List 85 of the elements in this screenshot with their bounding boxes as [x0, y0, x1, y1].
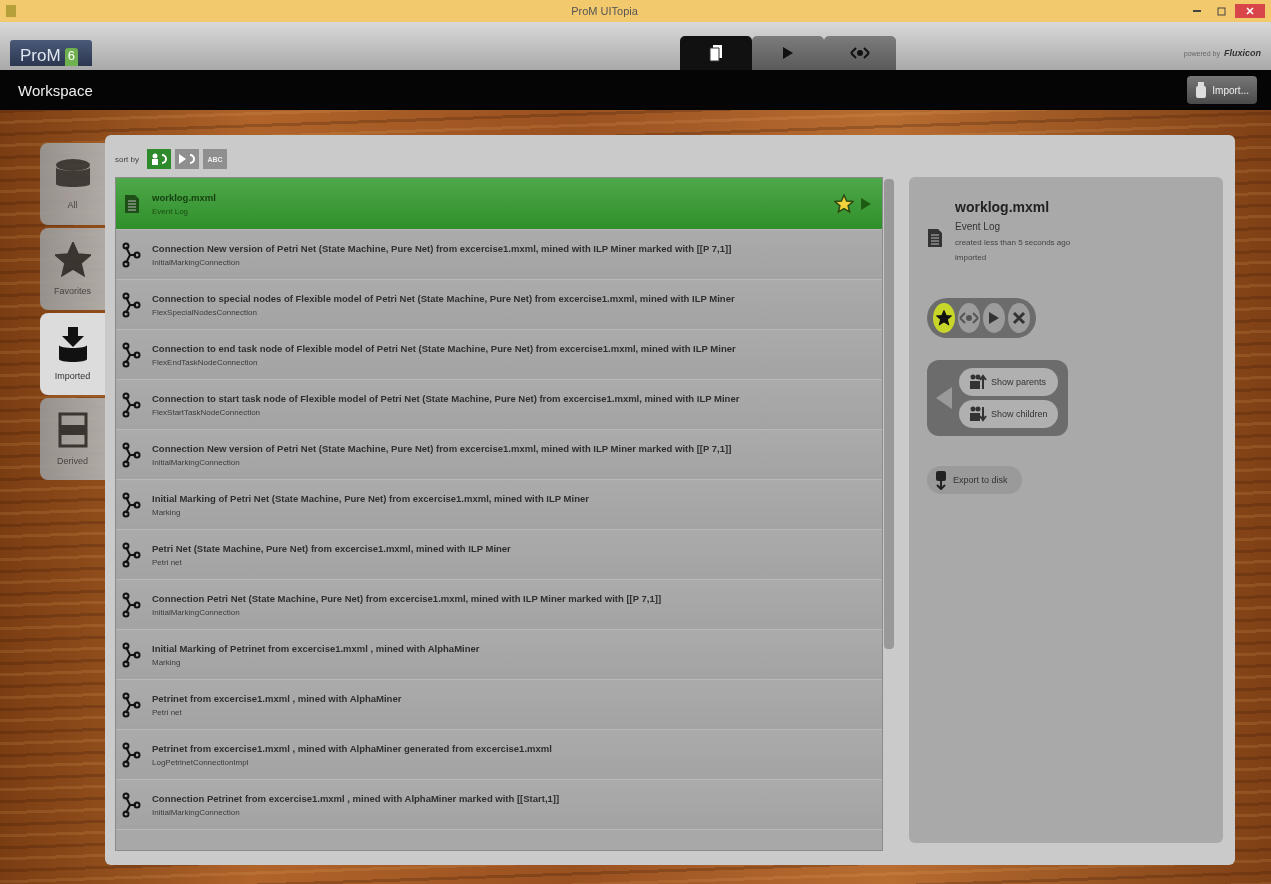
- triangle-icon: [935, 386, 953, 410]
- petri-net-icon: [122, 691, 142, 718]
- item-source: imported: [955, 253, 988, 262]
- petri-net-icon: [122, 591, 142, 618]
- document-icon: [122, 193, 142, 214]
- item-type: InitialMarkingConnection: [152, 607, 241, 617]
- item-title: Initial Marking of Petri Net (State Machine, Pure Net) from excercise1.mxml, mined with ILP Miner: [152, 492, 590, 504]
- item-type: Petri net: [152, 707, 183, 717]
- export-icon: [935, 470, 947, 490]
- item-title: Connection Petri Net (State Machine, Pure Net) from excercise1.mxml, mined with ILP Miner marked with [[P 7,1]]: [152, 592, 663, 604]
- item-title: Connection New version of Petri Net (State Machine, Pure Net) from excercise1.mxml, mined with ILP Miner marked with [[P 7,1]]: [152, 242, 733, 254]
- petri-net-icon: [122, 291, 142, 318]
- sidebar-tab[interactable]: All: [40, 143, 105, 225]
- item-title: worklog.mxml: [152, 191, 217, 203]
- petri-net-icon: [122, 241, 142, 268]
- item-type: InitialMarkingConnection: [152, 457, 241, 467]
- eye-icon: [959, 311, 979, 325]
- play-icon[interactable]: [860, 196, 872, 211]
- item-title: Connection to end task node of Flexible model of Petri Net (State Machine, Pure Net) from excercise1.mxml, mined with ILP Miner: [152, 342, 737, 354]
- item-type: FlexEndTaskNodeConnection: [152, 357, 259, 367]
- download-icon: [57, 327, 88, 363]
- eye-icon: [849, 46, 870, 60]
- export-button[interactable]: Export to disk: [927, 466, 1022, 494]
- star-icon: [936, 310, 952, 326]
- show-children-button[interactable]: Show children: [959, 400, 1058, 428]
- item-type: FlexSpecialNodesConnection: [152, 307, 258, 317]
- sort-option[interactable]: [175, 149, 199, 169]
- item-type: Marking: [152, 657, 182, 667]
- close-icon: [1012, 311, 1026, 325]
- logo-version: 6: [64, 48, 78, 66]
- jar-icon: [1195, 81, 1208, 99]
- petri-net-icon: [122, 641, 142, 668]
- item-title: Petrinet from excercise1.mxml , mined with AlphaMiner generated from excercise1.mxml: [152, 742, 553, 754]
- sort-option[interactable]: [147, 149, 171, 169]
- petri-net-icon: [122, 791, 142, 818]
- petri-net-icon: [122, 741, 142, 768]
- item-title: Petri Net (State Machine, Pure Net) from excercise1.mxml, mined with ILP Miner: [152, 542, 512, 554]
- star-icon: [54, 242, 91, 278]
- window-title: ProM UITopia: [570, 5, 639, 17]
- app-icon: [6, 5, 16, 17]
- item-type: FlexStartTaskNodeConnection: [152, 407, 262, 417]
- item-title: Connection New version of Petri Net (State Machine, Pure Net) from excercise1.mxml, mined with ILP Miner marked with [[P 7,1]]: [152, 442, 733, 454]
- sort-label: sort by: [115, 154, 139, 164]
- import-button[interactable]: Import...: [1187, 76, 1257, 104]
- play-arrow-icon: [178, 153, 196, 165]
- sidebar-tab[interactable]: Favorites: [40, 228, 105, 310]
- petri-net-icon: [122, 541, 142, 568]
- item-type: Marking: [152, 507, 182, 517]
- pages-icon: [708, 44, 723, 62]
- favorite-button[interactable]: [933, 303, 955, 333]
- petri-net-icon: [122, 441, 142, 468]
- item-title: Petrinet from excercise1.mxml , mined with AlphaMiner: [152, 692, 403, 704]
- item-type: InitialMarkingConnection: [152, 807, 241, 817]
- petri-net-icon: [122, 391, 142, 418]
- created-time: created less than 5 seconds ago: [955, 238, 1071, 247]
- item-type: Petri net: [152, 557, 183, 567]
- item-title: Connection to special nodes of Flexible model of Petri Net (State Machine, Pure Net) from excercise1.mxml, mined with ILP Miner: [152, 292, 736, 304]
- show-parents-button[interactable]: Show parents: [959, 368, 1058, 396]
- item-type: InitialMarkingConnection: [152, 257, 241, 267]
- petri-net-icon: [122, 491, 142, 518]
- people-down-icon: [969, 406, 987, 422]
- star-icon[interactable]: [834, 193, 854, 214]
- people-up-icon: [969, 374, 987, 390]
- item-title: Connection Petrinet from excercise1.mxml , mined with AlphaMiner marked with [[Start,1]]: [152, 792, 561, 804]
- item-type: Event Log: [955, 221, 1002, 232]
- remove-button[interactable]: [1008, 303, 1030, 333]
- stack-icon: [57, 412, 88, 448]
- item-title: Connection to start task node of Flexible model of Petri Net (State Machine, Pure Net) from excercise1.mxml, mined with ILP Miner: [152, 392, 741, 404]
- workspace-title: Workspace: [18, 81, 93, 99]
- logo-text: ProM: [20, 46, 61, 66]
- sidebar-tab[interactable]: Derived: [40, 398, 105, 480]
- sidebar-tab[interactable]: Imported: [40, 313, 105, 395]
- item-title: Initial Marking of Petrinet from excercise1.mxml , mined with AlphaMiner: [152, 642, 481, 654]
- person-arrow-icon: [150, 153, 168, 165]
- brand-logo: Fluxicon: [1224, 48, 1261, 58]
- play-button[interactable]: [983, 303, 1005, 333]
- play-icon: [781, 46, 794, 60]
- item-name: worklog.mxml: [955, 199, 1051, 215]
- scrollbar[interactable]: [884, 179, 894, 649]
- document-icon: [927, 227, 943, 248]
- play-icon: [988, 311, 1000, 325]
- close-icon[interactable]: [1235, 4, 1265, 18]
- petri-net-icon: [122, 341, 142, 368]
- view-tab[interactable]: [679, 36, 752, 70]
- item-type: LogPetrinetConnectionImpl: [152, 757, 250, 767]
